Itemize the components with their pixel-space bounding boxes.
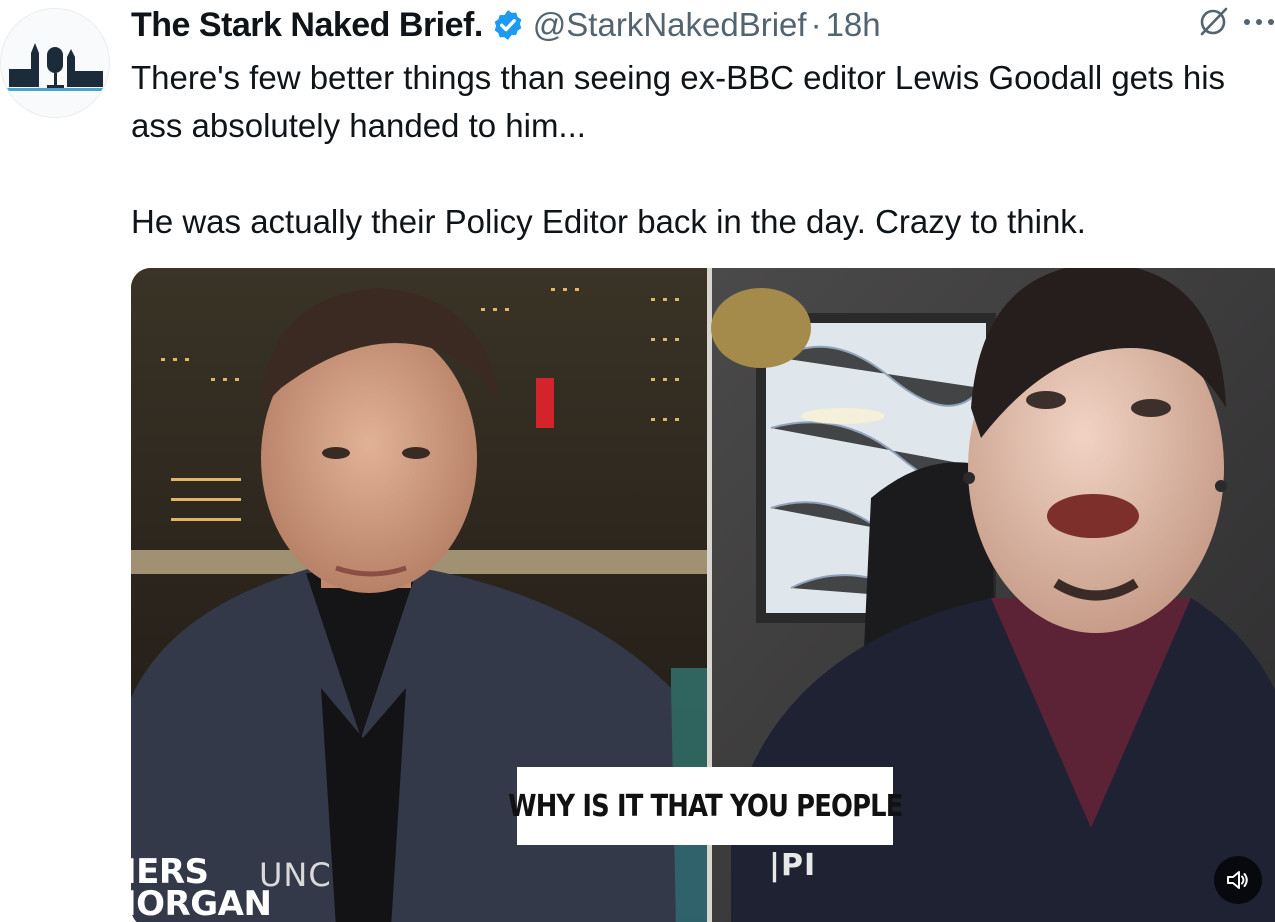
speaker-icon <box>1227 871 1248 889</box>
tweet-paragraph: He was actually their Policy Editor back… <box>131 203 1086 240</box>
separator-dot: · <box>810 6 822 43</box>
tweet-timestamp[interactable]: 18h <box>826 6 881 44</box>
grok-icon[interactable] <box>1197 4 1231 38</box>
tweet-text: There's few better things than seeing ex… <box>131 54 1275 246</box>
tweet-header: The Stark Naked Brief. @StarkNakedBrief … <box>131 4 1275 46</box>
author-display-name[interactable]: The Stark Naked Brief. <box>131 6 483 45</box>
author-avatar[interactable] <box>0 8 110 118</box>
author-handle[interactable]: @StarkNakedBrief <box>533 6 807 44</box>
parliament-microphone-logo-icon <box>1 9 109 117</box>
verified-badge-icon[interactable] <box>491 8 525 42</box>
show-logo-text: IERS IORGAN <box>124 852 272 922</box>
caption-text: WHY IS IT THAT YOU PEOPLE <box>507 788 903 824</box>
tweet-paragraph: There's few better things than seeing ex… <box>131 59 1235 144</box>
video-caption: WHY IS IT THAT YOU PEOPLE <box>508 767 903 845</box>
mute-button[interactable] <box>1214 856 1262 904</box>
studio-logo-fragment-right: |PI <box>769 848 817 883</box>
more-options-icon[interactable] <box>1241 16 1275 28</box>
